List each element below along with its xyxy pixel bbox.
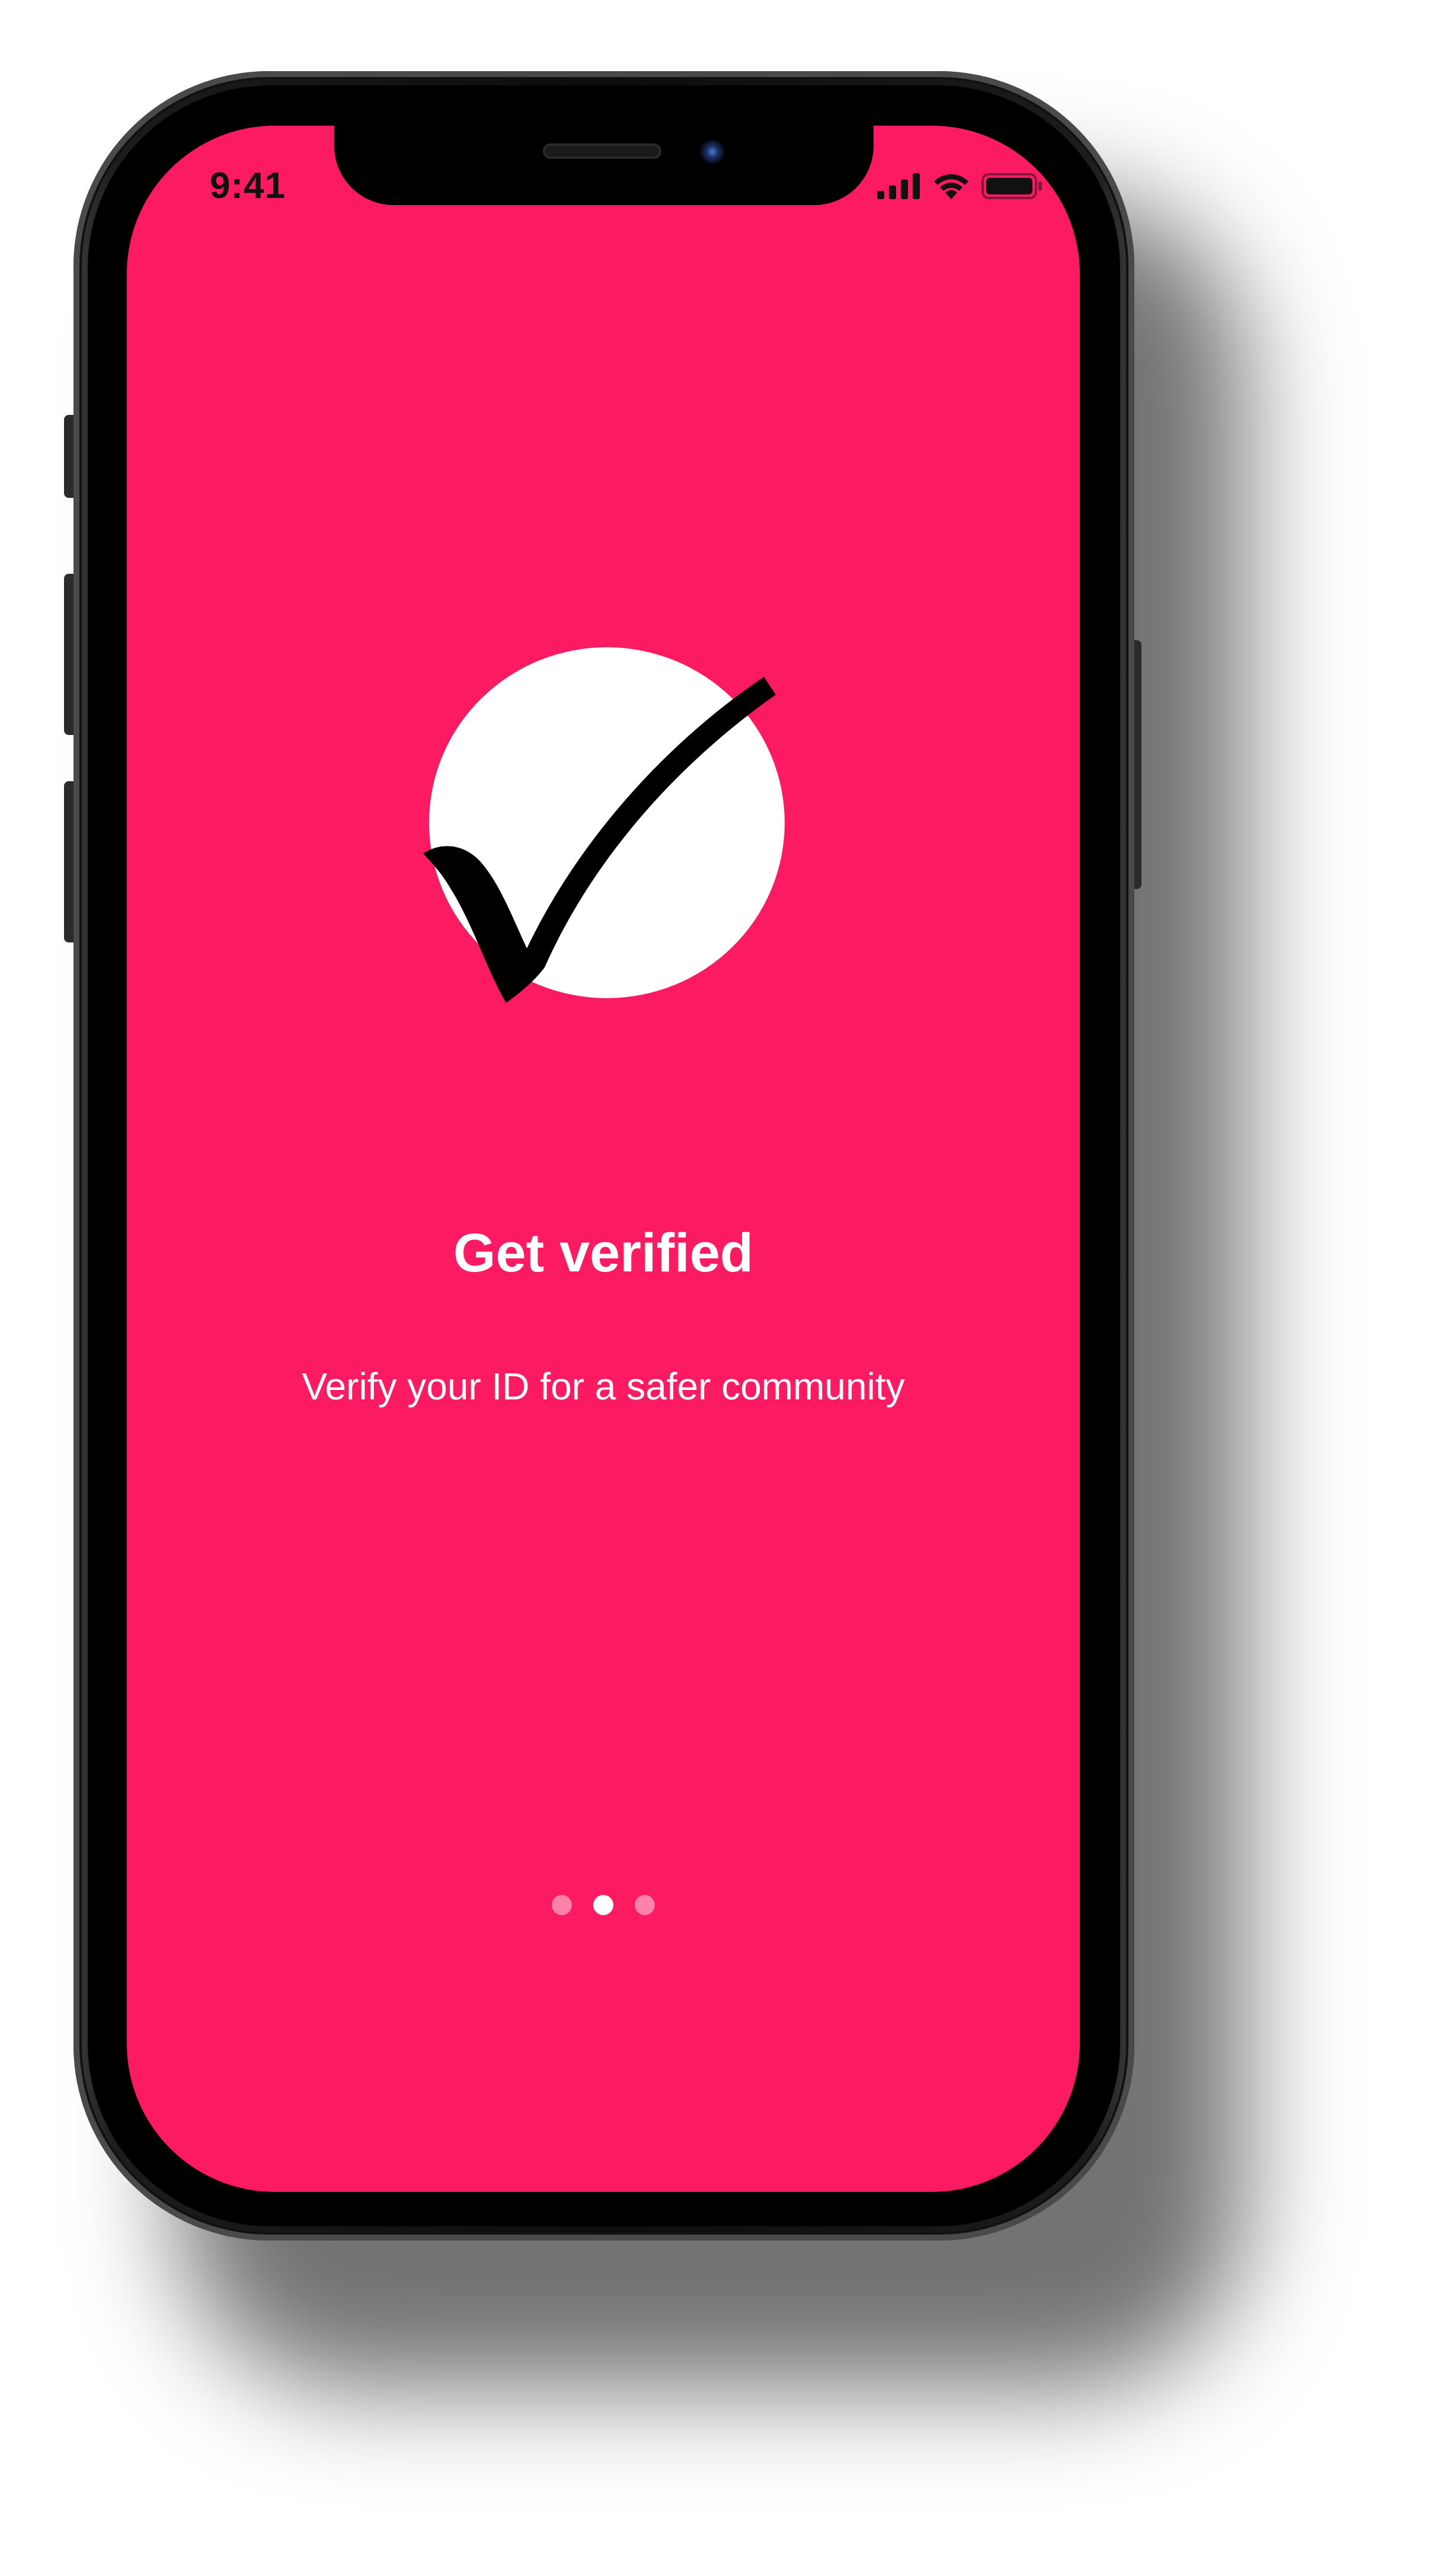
page-dot-1[interactable] — [552, 1895, 572, 1915]
onboarding-subtitle: Verify your ID for a safer community — [302, 1365, 905, 1408]
mockup-stage: 9:41 Get verified Verify your ID for a s… — [0, 0, 1439, 2576]
checkmark-in-circle-icon — [423, 647, 785, 1003]
page-dot-3[interactable] — [635, 1895, 655, 1915]
page-dot-2-active[interactable] — [593, 1895, 613, 1915]
pagination-dots — [127, 1895, 1080, 1915]
phone-screen: 9:41 Get verified Verify your ID for a s… — [127, 126, 1080, 2192]
onboarding-title: Get verified — [453, 1223, 754, 1283]
